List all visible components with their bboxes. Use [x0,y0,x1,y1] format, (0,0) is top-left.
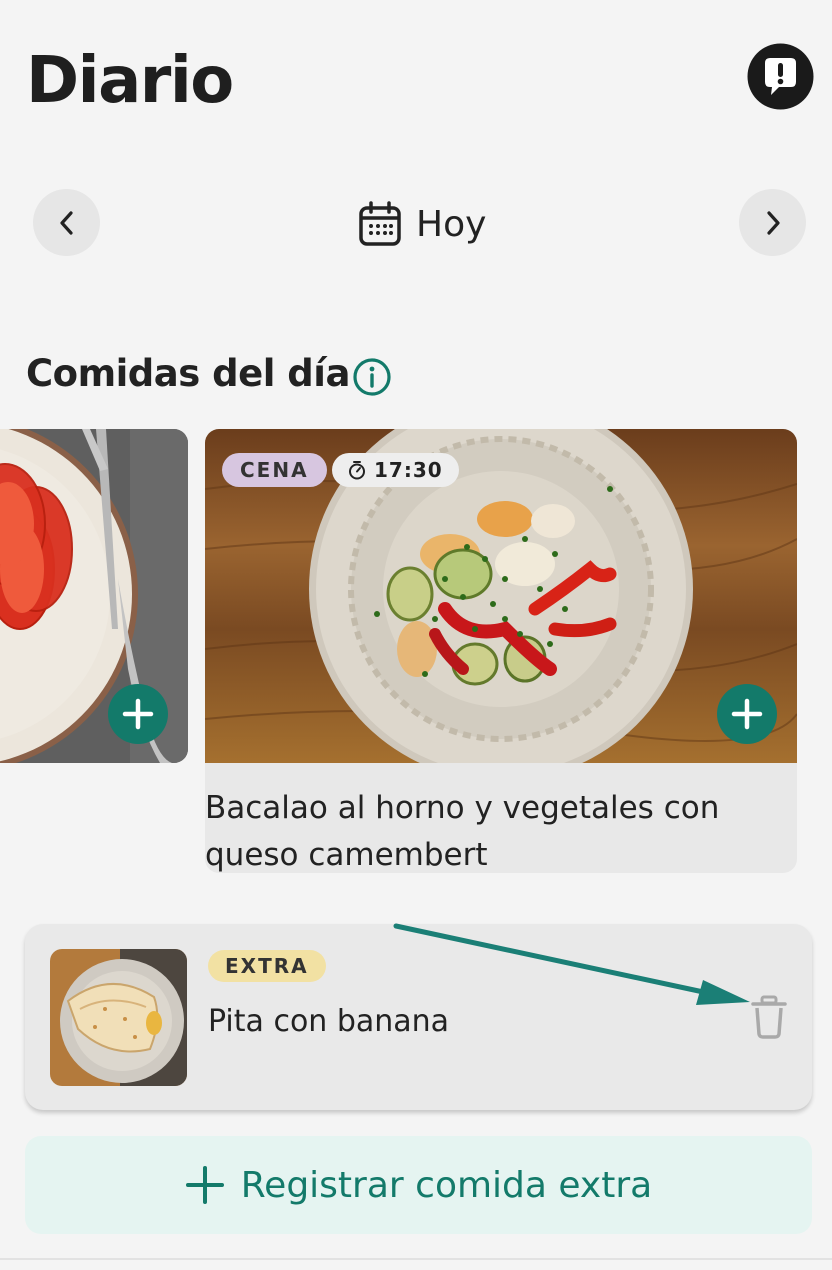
meal-card-previous[interactable] [0,429,188,763]
section-title: Comidas del día [26,352,350,395]
meal-time: 17:30 [374,458,443,482]
register-extra-meal-button[interactable]: Registrar comida extra [25,1136,812,1234]
add-meal-button[interactable] [108,684,168,744]
feedback-exclamation-icon [747,43,814,110]
extra-meal-name: Pita con banana [208,1004,450,1039]
date-label: Hoy [416,203,487,245]
plus-icon [122,698,154,730]
plus-icon [185,1166,224,1204]
extra-badge: EXTRA [208,950,326,982]
meal-type-badge: CENA [222,453,327,487]
chevron-right-icon [766,210,780,235]
meal-name: Bacalao al horno y vegetales con queso c… [205,790,720,873]
delete-extra-meal-button[interactable] [749,994,789,1040]
page-title: Diario [26,44,234,118]
meal-time-badge: 17:30 [332,453,459,487]
extra-meal-photo [50,949,187,1086]
date-selector[interactable]: Hoy [358,198,486,250]
timer-icon [349,461,365,480]
plus-icon [731,698,763,730]
previous-day-button[interactable] [33,189,100,256]
add-meal-button[interactable] [717,684,777,744]
info-icon[interactable] [352,357,392,397]
chevron-left-icon [59,210,73,235]
next-day-button[interactable] [739,189,806,256]
divider [0,1258,832,1260]
calendar-icon [359,201,401,246]
extra-meal-card[interactable]: EXTRA Pita con banana [25,924,812,1110]
meal-card-cena[interactable]: CENA 17:30 Bacalao al horno y vegetales … [205,429,797,873]
register-extra-meal-label: Registrar comida extra [240,1164,653,1206]
trash-icon [751,995,787,1039]
feedback-button[interactable] [747,43,814,110]
